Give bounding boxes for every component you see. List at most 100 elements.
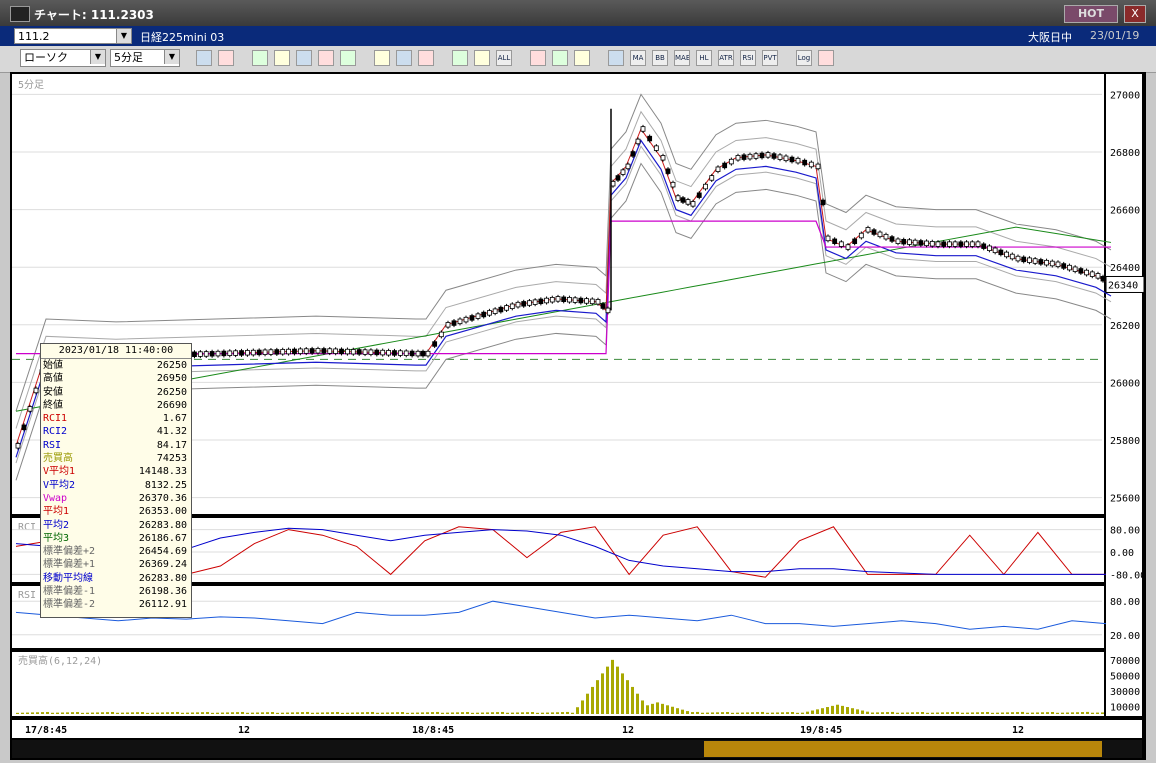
candle-body — [504, 305, 509, 311]
candle-body — [521, 301, 527, 307]
toolbar-indicator-button[interactable] — [318, 50, 334, 66]
candle-body — [964, 241, 969, 247]
volume-bar — [571, 712, 574, 714]
scrollbar-thumb — [704, 741, 1102, 757]
toolbar-atr-button[interactable]: ATR — [718, 50, 734, 66]
timeframe-select[interactable]: 5分足 ▼ — [110, 49, 180, 67]
volume-bar — [321, 712, 324, 714]
toolbar-zoom-button[interactable] — [196, 50, 212, 66]
volume-bar — [681, 709, 684, 714]
candle-body — [653, 145, 659, 151]
data-window-label: 移動平均線 — [43, 572, 93, 584]
volume-bar — [196, 712, 199, 714]
volume-bar — [236, 712, 239, 714]
toolbar-log-button[interactable]: Log — [796, 50, 812, 66]
candle-body — [498, 306, 504, 313]
volume-bar — [541, 712, 544, 714]
volume-bar — [1046, 712, 1049, 714]
volume-bar — [601, 673, 604, 714]
chart-type-select[interactable]: ローソク ▼ — [20, 49, 106, 67]
volume-bar — [881, 712, 884, 714]
volume-bar — [701, 712, 704, 714]
chevron-down-icon[interactable]: ▼ — [90, 50, 105, 64]
volume-panel — [12, 652, 1104, 716]
candle-body — [274, 349, 280, 355]
volume-bar — [21, 712, 24, 714]
data-window-value: 26370.36 — [138, 492, 187, 504]
data-window-label: 安値 — [43, 386, 63, 398]
candle-body — [952, 241, 958, 247]
close-button[interactable]: X — [1124, 5, 1146, 23]
volume-bar — [1031, 712, 1034, 714]
toolbar-buy-sell-button[interactable] — [252, 50, 268, 66]
toolbar-disabled-button[interactable] — [340, 50, 356, 66]
toolbar-candle-button[interactable] — [452, 50, 468, 66]
data-window-row: V平均1 14148.33 — [41, 465, 191, 478]
chevron-down-icon[interactable]: ▼ — [116, 29, 131, 43]
volume-bar — [421, 712, 424, 714]
toolbar-rsi-button[interactable]: RSI — [740, 50, 756, 66]
volume-bar — [186, 712, 189, 714]
toolbar-split-button[interactable] — [218, 50, 234, 66]
price-tick-label: 27000 — [1110, 90, 1140, 101]
volume-bar — [466, 712, 469, 714]
hot-button[interactable]: HOT — [1064, 5, 1118, 23]
candle-body — [1004, 251, 1009, 258]
volume-bar — [1101, 712, 1104, 714]
toolbar-hl-button[interactable]: HL — [696, 50, 712, 66]
volume-bar — [646, 705, 649, 714]
volume-bar — [596, 680, 599, 714]
toolbar-tools-button[interactable] — [552, 50, 568, 66]
toolbar-bar-button[interactable] — [296, 50, 312, 66]
toolbar-arrow-button[interactable] — [418, 50, 434, 66]
candle-body — [409, 350, 415, 357]
toolbar-pattern-button[interactable] — [530, 50, 546, 66]
toolbar-all-button[interactable]: ALL — [496, 50, 512, 66]
volume-bar — [1036, 712, 1039, 714]
toolbar-color-button[interactable] — [574, 50, 590, 66]
volume-bar — [116, 712, 119, 714]
volume-bar — [331, 712, 334, 714]
volume-bar — [326, 712, 329, 714]
toolbar-band-button[interactable] — [608, 50, 624, 66]
volume-bar — [121, 712, 124, 714]
volume-bar — [606, 666, 609, 714]
candle-body — [858, 232, 864, 239]
toolbar-ma-button[interactable]: MA — [630, 50, 646, 66]
data-window-value: 26198.36 — [138, 586, 187, 598]
candle-body — [958, 241, 964, 247]
volume-bar — [641, 700, 644, 714]
chevron-down-icon[interactable]: ▼ — [164, 50, 179, 64]
volume-bar — [381, 712, 384, 714]
volume-bar — [231, 712, 234, 714]
volume-bar — [486, 712, 489, 714]
toolbar-mae-button[interactable]: MAE — [674, 50, 690, 66]
data-window-row: 平均3 26186.67 — [41, 532, 191, 545]
volume-bar — [416, 712, 419, 714]
candle-body — [368, 349, 374, 355]
volume-bar — [746, 712, 749, 714]
candle-body — [969, 241, 975, 247]
title-bar: チャート: 111.2303 HOT X — [0, 0, 1156, 26]
data-window-row: 安値 26250 — [41, 386, 191, 399]
current-price-label: 26340 — [1108, 280, 1138, 291]
data-window-value: 26112.91 — [138, 599, 187, 611]
toolbar-draw-button[interactable] — [374, 50, 390, 66]
toolbar-bb-button[interactable]: BB — [652, 50, 668, 66]
volume-bar — [391, 712, 394, 714]
volume-bar — [741, 712, 744, 714]
toolbar-line-button[interactable] — [474, 50, 490, 66]
toolbar-print-button[interactable] — [818, 50, 834, 66]
data-window-value: 26950 — [156, 373, 187, 385]
toolbar-search-button[interactable] — [274, 50, 290, 66]
candle-body — [640, 126, 646, 132]
code-select[interactable]: 111.2 ▼ — [14, 28, 132, 44]
volume-bar — [296, 712, 299, 714]
volume-bar — [111, 711, 114, 714]
toolbar-pvt-button[interactable]: PVT — [762, 50, 778, 66]
data-window-label: 標準偏差+2 — [43, 546, 96, 558]
volume-bar — [216, 712, 219, 714]
volume-bar — [51, 712, 54, 714]
volume-bar — [181, 712, 184, 714]
toolbar-cursor-button[interactable] — [396, 50, 412, 66]
